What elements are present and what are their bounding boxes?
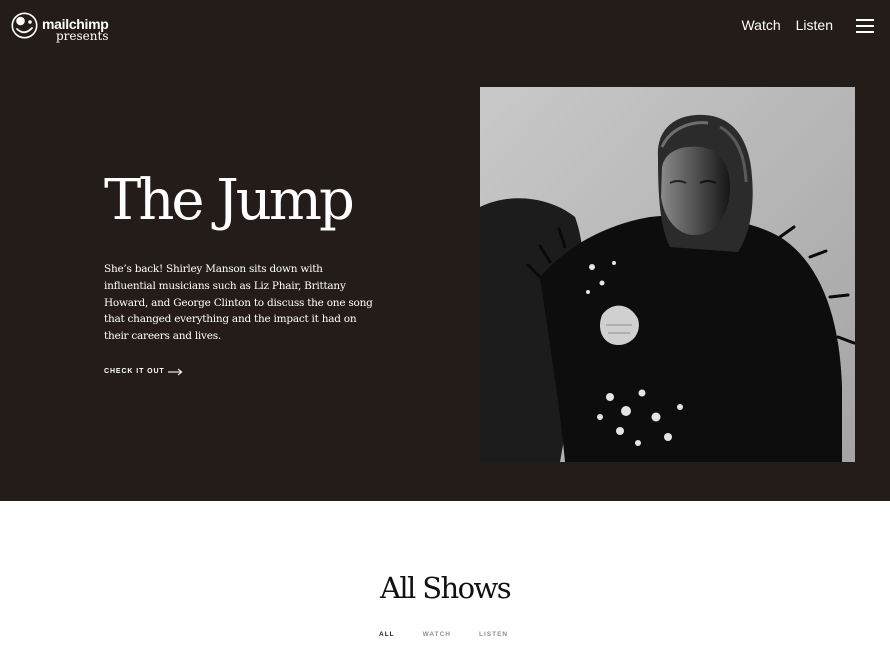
hero-section: mailchimp presents Watch Listen The Jump… <box>0 0 890 501</box>
filter-tab-listen[interactable]: LISTEN <box>479 630 508 640</box>
nav-link-listen[interactable]: Listen <box>796 17 833 34</box>
hero-photo <box>480 87 855 462</box>
show-filter-tabs: ALL WATCH LISTEN <box>379 630 508 640</box>
brand-tagline: presents <box>56 29 109 43</box>
hamburger-menu-icon[interactable] <box>856 19 874 33</box>
hero-description: She’s back! Shirley Manson sits down wit… <box>104 263 373 343</box>
nav-link-watch[interactable]: Watch <box>741 17 780 34</box>
cta-label: CHECK IT OUT <box>104 368 165 375</box>
freddie-logo-icon <box>11 12 38 39</box>
all-shows-heading: All Shows <box>379 571 512 605</box>
filter-tab-watch[interactable]: WATCH <box>423 630 451 640</box>
mailchimp-presents-logo[interactable]: mailchimp presents <box>11 11 121 45</box>
arrow-right-icon <box>167 368 183 376</box>
top-nav: Watch Listen <box>741 17 833 34</box>
filter-tab-all[interactable]: ALL <box>379 630 395 640</box>
hero-title: The Jump <box>104 168 355 233</box>
check-it-out-link[interactable]: CHECK IT OUT <box>104 367 183 377</box>
